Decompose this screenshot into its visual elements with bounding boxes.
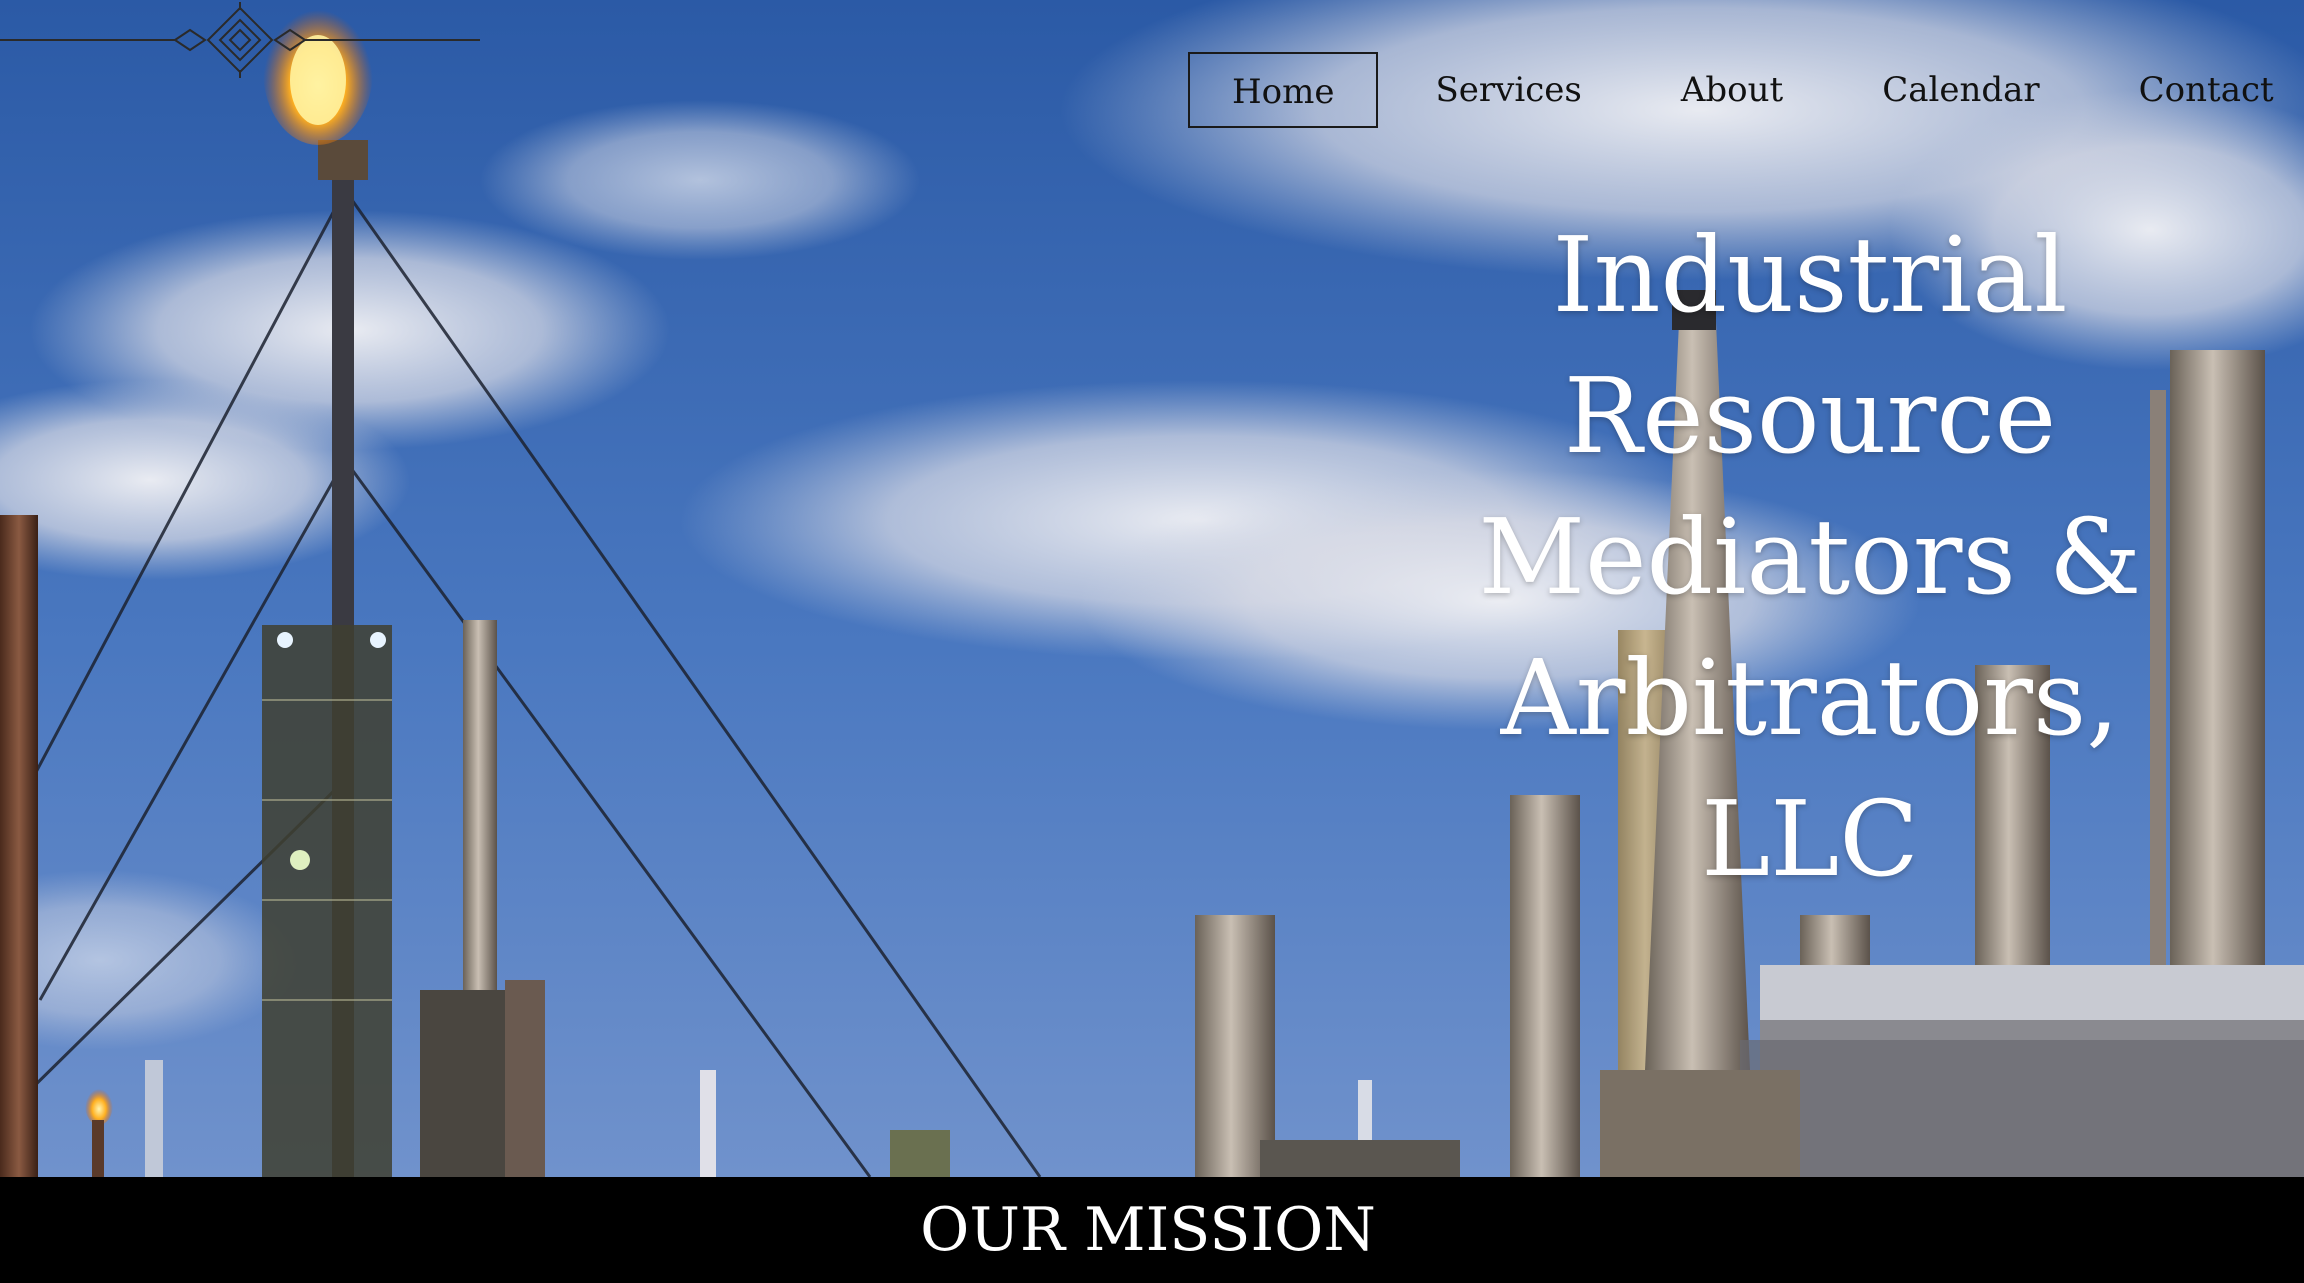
nav-home[interactable]: Home — [1188, 52, 1379, 128]
company-title-line-2: Resource — [1563, 355, 2057, 477]
company-title-line-4: Arbitrators, LLC — [1500, 637, 2120, 900]
company-title: Industrial Resource Mediators & Arbitrat… — [1380, 205, 2240, 910]
nav-calendar[interactable]: Calendar — [1840, 52, 2081, 128]
company-title-line-3: Mediators & — [1478, 496, 2142, 618]
mission-heading: OUR MISSION — [920, 1195, 1376, 1265]
company-title-line-1: Industrial — [1552, 214, 2068, 336]
nav-about[interactable]: About — [1639, 52, 1825, 128]
hero-banner: Home Services About Calendar Contact Ind… — [0, 0, 2304, 1177]
ornamental-divider-icon — [0, 2, 480, 78]
nav-contact[interactable]: Contact — [2097, 52, 2304, 128]
main-navigation: Home Services About Calendar Contact — [1188, 52, 2304, 128]
nav-services[interactable]: Services — [1393, 52, 1623, 128]
